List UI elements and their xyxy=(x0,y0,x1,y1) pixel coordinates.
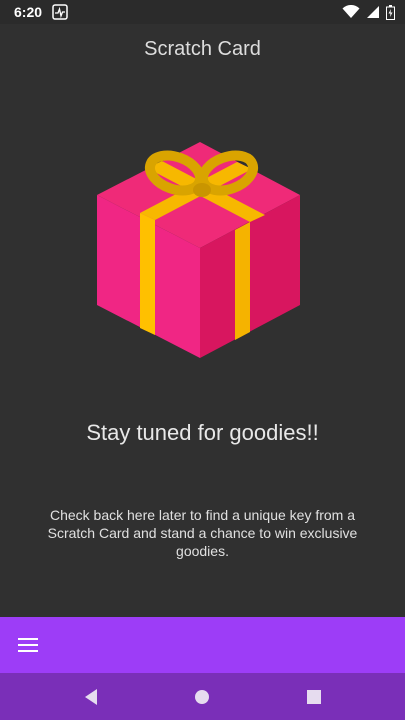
headline: Stay tuned for goodies!! xyxy=(86,420,319,445)
status-bar: 6:20 xyxy=(0,0,405,24)
back-icon[interactable] xyxy=(79,685,103,709)
system-nav-bar xyxy=(0,673,405,720)
activity-icon xyxy=(52,4,68,20)
bottom-app-bar xyxy=(0,617,405,673)
battery-icon xyxy=(386,4,395,20)
wifi-icon xyxy=(342,5,360,18)
menu-icon xyxy=(18,638,38,652)
recents-icon[interactable] xyxy=(302,685,326,709)
status-time: 6:20 xyxy=(14,4,43,20)
gift-box-icon xyxy=(97,142,300,358)
home-icon[interactable] xyxy=(190,685,214,709)
page-title: Scratch Card xyxy=(144,38,261,60)
status-icons xyxy=(342,4,395,20)
menu-button[interactable] xyxy=(8,625,48,665)
signal-icon xyxy=(367,6,379,18)
description-text: Check back here later to find a unique k… xyxy=(47,507,358,559)
